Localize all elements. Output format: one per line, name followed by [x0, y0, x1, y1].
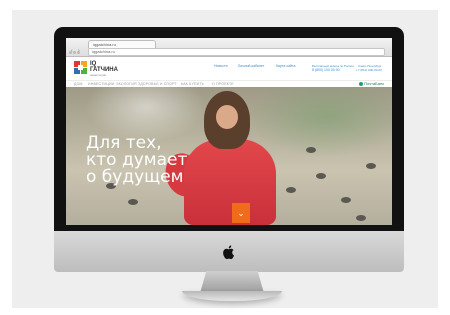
menu-item-how-to-buy[interactable]: КАК КУПИТЬ — [181, 82, 204, 86]
girl-dress-image — [184, 139, 276, 225]
menu-item-home[interactable]: ДОМ — [74, 82, 83, 86]
browser-window: iqgatchina.ru ‹ › iqgatchina.ru IQ ГАТЧИ… — [66, 38, 392, 225]
pigeon-image — [366, 163, 376, 169]
pigeon-image — [286, 187, 296, 193]
browser-toolbar: iqgatchina.ru ‹ › iqgatchina.ru — [66, 38, 392, 57]
partner-logo-icon — [359, 81, 364, 86]
hero-banner: Для тех, кто думает о будущем ⌄ — [66, 87, 392, 225]
menu-item-ecology[interactable]: ЭКОЛОГИЯ — [116, 82, 137, 86]
hero-title: Для тех, кто думает о будущем — [86, 135, 187, 186]
scroll-down-button[interactable]: ⌄ — [232, 203, 250, 223]
nav-link-account[interactable]: Личный кабинет — [238, 64, 264, 68]
menu-item-about[interactable]: О ПРОЕКТЕ — [212, 82, 234, 86]
contact-phone-spb[interactable]: +7 (812) 000-00-00 — [356, 68, 382, 72]
partner-badge[interactable]: ПочтаБанк — [359, 81, 384, 86]
minimize-icon[interactable] — [73, 51, 76, 54]
imac-stand-neck — [200, 271, 264, 293]
girl-face-image — [216, 105, 238, 129]
menu-item-health[interactable]: ЗДОРОВЬЕ И СПОРТ — [138, 82, 177, 86]
nav-link-sitemap[interactable]: Карта сайта — [276, 64, 296, 68]
apple-logo-icon — [223, 245, 234, 260]
site-header: IQ ГАТЧИНА инвестиции Новости Личный каб… — [66, 57, 392, 80]
chevron-double-down-icon: ⌄ — [237, 208, 245, 218]
website: IQ ГАТЧИНА инвестиции Новости Личный каб… — [66, 57, 392, 225]
screen-bezel: iqgatchina.ru ‹ › iqgatchina.ru IQ ГАТЧИ… — [54, 27, 404, 231]
pigeon-image — [356, 215, 366, 221]
pigeon-image — [128, 199, 138, 205]
hero-line-3: о будущем — [86, 167, 184, 187]
pigeon-image — [306, 147, 316, 153]
nav-link-news[interactable]: Новости — [214, 64, 228, 68]
address-bar[interactable]: iqgatchina.ru — [88, 48, 385, 56]
pigeon-image — [316, 173, 326, 179]
brand-name[interactable]: IQ ГАТЧИНА инвестиции — [90, 61, 118, 77]
brand-line-3: инвестиции — [90, 73, 107, 77]
forward-icon[interactable]: › — [78, 48, 80, 54]
imac-device: iqgatchina.ru ‹ › iqgatchina.ru IQ ГАТЧИ… — [54, 27, 404, 272]
menu-item-investments[interactable]: ИНВЕСТИЦИИ — [88, 82, 114, 86]
logo-icon[interactable] — [74, 61, 87, 74]
partner-name: ПочтаБанк — [364, 81, 384, 86]
back-icon[interactable]: ‹ — [71, 48, 73, 54]
imac-chin — [54, 231, 404, 272]
browser-tab[interactable]: iqgatchina.ru — [88, 40, 156, 48]
contact-phone-free[interactable]: 8 (800) 100 00 00 — [312, 68, 340, 72]
pigeon-image — [341, 197, 351, 203]
